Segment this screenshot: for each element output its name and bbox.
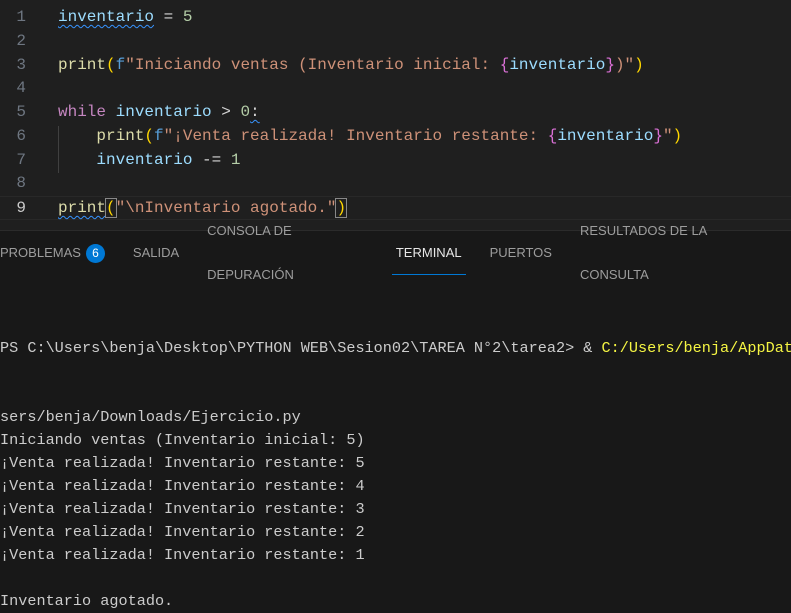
tab-salida[interactable]: SALIDA bbox=[133, 231, 179, 275]
code-token: } bbox=[605, 55, 615, 74]
code-token: )" bbox=[614, 55, 635, 74]
line-number: 8 bbox=[16, 174, 26, 193]
code-token: inventario bbox=[509, 55, 606, 74]
problems-count-badge: 6 bbox=[85, 243, 105, 263]
code-editor[interactable]: 1 inventario = 5 2 3 print(f"Iniciando venta… bbox=[0, 0, 791, 230]
code-line[interactable]: 6 print(f"¡Venta realizada! Inventario r… bbox=[0, 125, 791, 149]
terminal-line: ¡Venta realizada! Inventario restante: 3 bbox=[0, 500, 365, 518]
terminal-line: Inventario agotado. bbox=[0, 592, 174, 610]
code-token: : bbox=[250, 103, 260, 121]
code-line[interactable]: 1 inventario = 5 bbox=[0, 6, 791, 30]
code-text: print(f"¡Venta realizada! Inventario res… bbox=[58, 125, 682, 149]
line-number: 4 bbox=[16, 79, 26, 98]
code-token: ( bbox=[144, 126, 155, 145]
terminal-command: C:/Users/benja/AppData bbox=[601, 339, 791, 357]
tab-label: PUERTOS bbox=[489, 245, 552, 260]
line-number: 5 bbox=[16, 103, 26, 121]
tab-label: CONSOLA DE DEPURACIÓN bbox=[207, 223, 294, 282]
code-token: f bbox=[115, 55, 126, 74]
code-token: ) bbox=[634, 55, 644, 74]
terminal-line: ¡Venta realizada! Inventario restante: 1 bbox=[0, 546, 365, 564]
terminal-line: sers/benja/Downloads/Ejercicio.py bbox=[0, 408, 301, 426]
terminal-line: ¡Venta realizada! Inventario restante: 5 bbox=[0, 454, 365, 472]
tab-terminal[interactable]: TERMINAL bbox=[391, 231, 466, 275]
code-token: print bbox=[96, 126, 145, 145]
code-line[interactable]: 5 while inventario > 0: bbox=[0, 101, 791, 125]
code-token: ( bbox=[106, 55, 116, 74]
code-token: "¡Venta realizada! Inventario restante: bbox=[163, 126, 548, 145]
panel-tabs: PROBLEMAS 6 SALIDA CONSOLA DE DEPURACIÓN TER… bbox=[0, 223, 791, 282]
bottom-panel: PROBLEMAS 6 SALIDA CONSOLA DE DEPURACIÓN TER… bbox=[0, 223, 791, 610]
code-token: 0 bbox=[240, 103, 251, 121]
code-token: inventario bbox=[58, 8, 155, 26]
line-number: 2 bbox=[16, 31, 26, 50]
line-number: 7 bbox=[16, 150, 26, 169]
code-token: while bbox=[58, 103, 107, 121]
code-token: f bbox=[154, 126, 164, 145]
line-number: 9 bbox=[16, 199, 26, 217]
tab-resultados-de-la-consulta[interactable]: RESULTADOS DE LA CONSULTA bbox=[580, 223, 763, 282]
terminal-command-line: PS C:\Users\benja\Desktop\PYTHON WEB\Ses… bbox=[0, 337, 791, 360]
code-line[interactable]: 7 inventario -= 1 bbox=[0, 149, 791, 173]
code-token: = bbox=[154, 8, 183, 26]
terminal-line: ¡Venta realizada! Inventario restante: 2 bbox=[0, 523, 365, 541]
code-token: } bbox=[653, 126, 663, 145]
tab-label: SALIDA bbox=[132, 245, 180, 260]
code-token: print bbox=[58, 199, 107, 217]
code-text: while inventario > 0: bbox=[58, 101, 260, 125]
line-number: 3 bbox=[16, 55, 26, 74]
line-number: 1 bbox=[16, 8, 26, 26]
code-token: " bbox=[662, 126, 673, 145]
code-token: inventario bbox=[115, 103, 212, 121]
code-token: { bbox=[499, 55, 510, 74]
code-token: "Iniciando ventas (Inventario inicial: bbox=[125, 55, 500, 74]
code-line[interactable]: 2 bbox=[0, 30, 791, 54]
code-token: ( bbox=[105, 198, 117, 218]
code-token: inventario bbox=[557, 126, 654, 145]
code-text: print(f"Iniciando ventas (Inventario ini… bbox=[58, 54, 644, 78]
line-number: 6 bbox=[16, 126, 26, 145]
code-token: { bbox=[547, 126, 558, 145]
terminal-line: ¡Venta realizada! Inventario restante: 4 bbox=[0, 477, 365, 495]
code-token: -= bbox=[192, 150, 231, 169]
code-token: print bbox=[58, 55, 107, 74]
terminal-output[interactable]: PS C:\Users\benja\Desktop\PYTHON WEB\Ses… bbox=[0, 291, 791, 613]
code-token: 1 bbox=[230, 150, 241, 169]
code-token: > bbox=[211, 103, 241, 121]
code-text: inventario -= 1 bbox=[58, 149, 240, 173]
tab-puertos[interactable]: PUERTOS bbox=[490, 231, 552, 275]
tab-label: TERMINAL bbox=[395, 245, 462, 260]
code-line[interactable]: 4 bbox=[0, 77, 791, 101]
code-token: ) bbox=[672, 126, 683, 145]
code-line[interactable]: 8 bbox=[0, 172, 791, 196]
code-token: inventario bbox=[96, 150, 193, 169]
code-line[interactable]: 3 print(f"Iniciando ventas (Inventario in… bbox=[0, 54, 791, 78]
tab-problemas[interactable]: PROBLEMAS 6 bbox=[0, 231, 105, 275]
tab-label: RESULTADOS DE LA CONSULTA bbox=[579, 223, 707, 282]
terminal-ampersand: & bbox=[583, 339, 602, 357]
tab-consola-de-depuración[interactable]: CONSOLA DE DEPURACIÓN bbox=[207, 223, 368, 282]
terminal-prompt: PS C:\Users\benja\Desktop\PYTHON WEB\Ses… bbox=[0, 339, 584, 357]
code-text: inventario = 5 bbox=[58, 6, 192, 30]
code-token: 5 bbox=[182, 8, 193, 26]
terminal-line: Iniciando ventas (Inventario inicial: 5) bbox=[0, 431, 365, 449]
tab-label: PROBLEMAS bbox=[0, 245, 81, 260]
